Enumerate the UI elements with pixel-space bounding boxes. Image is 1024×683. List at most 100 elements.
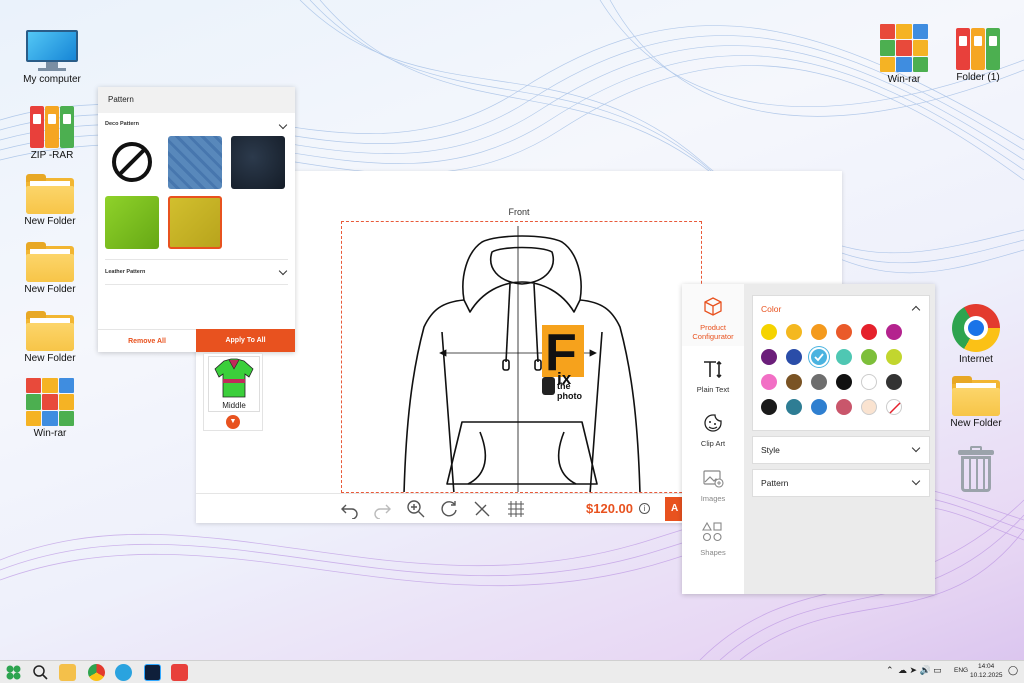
clipart-icon	[704, 414, 722, 432]
color-swatch[interactable]	[811, 324, 827, 340]
desktop-icon-folder-1[interactable]: Folder (1)	[940, 24, 1016, 83]
color-swatch[interactable]	[861, 349, 877, 365]
color-swatch[interactable]	[811, 349, 827, 365]
desktop-icon-label: New Folder	[950, 418, 1002, 429]
desktop-icon-label: New Folder	[24, 284, 76, 295]
reset-icon[interactable]	[439, 499, 459, 519]
shapes-icon	[702, 521, 722, 542]
desktop-icon-win-rar[interactable]: Win-rar	[866, 24, 942, 85]
desktop-icon-new-folder[interactable]: New Folder	[938, 376, 1014, 429]
view-thumbnail-middle[interactable]: Middle	[208, 356, 260, 412]
desktop-icon-internet[interactable]: Internet	[938, 304, 1014, 365]
color-swatch[interactable]	[886, 374, 902, 390]
chevron-down-icon[interactable]	[278, 120, 288, 130]
pattern-swatch[interactable]	[168, 136, 222, 189]
color-swatch[interactable]	[836, 399, 852, 415]
folder-icon	[26, 311, 74, 351]
clock-date[interactable]: 10.12.2025	[970, 672, 1003, 679]
tab-label: Images	[700, 494, 726, 503]
tab-label: Plain Text	[696, 385, 730, 394]
pattern-swatch[interactable]	[105, 196, 159, 249]
pattern-panel-title: Pattern	[98, 87, 295, 113]
cube-icon	[704, 297, 722, 316]
color-swatch[interactable]	[886, 399, 902, 415]
chevron-up-icon[interactable]: ⌃	[886, 665, 894, 676]
apply-to-all-button[interactable]: Apply To All	[196, 329, 295, 352]
language-indicator[interactable]: ENG	[954, 667, 968, 674]
color-swatch[interactable]	[811, 374, 827, 390]
color-swatch[interactable]	[836, 324, 852, 340]
pattern-swatch-selected[interactable]	[168, 196, 222, 249]
color-swatch[interactable]	[786, 324, 802, 340]
tab-plain-text[interactable]: Plain Text	[682, 358, 744, 394]
pattern-section[interactable]: Pattern	[752, 469, 930, 497]
clock-time[interactable]: 14:04	[978, 663, 994, 670]
deco-pattern-heading[interactable]: Deco Pattern	[105, 121, 139, 127]
start-icon[interactable]	[5, 664, 22, 681]
pattern-swatch[interactable]	[231, 136, 285, 189]
tab-images[interactable]: Images	[682, 467, 744, 503]
color-section-header[interactable]: Color	[753, 296, 929, 322]
photoshop-icon[interactable]	[144, 664, 161, 681]
tray-icons[interactable]: ☁ ➤ 🔊 ▭	[898, 665, 942, 676]
color-swatch[interactable]	[836, 374, 852, 390]
desktop-icon-new-folder[interactable]: New Folder	[12, 311, 88, 364]
desktop-icon-new-folder[interactable]: New Folder	[12, 174, 88, 227]
print-area[interactable]: F ix the photo	[341, 221, 702, 493]
taskbar: ⌃ ☁ ➤ 🔊 ▭ ENG 14:04 10.12.2025 ◯	[0, 660, 1024, 683]
color-swatch[interactable]	[861, 324, 877, 340]
tab-product-configurator[interactable]: Product Configurator	[682, 296, 744, 341]
file-explorer-icon[interactable]	[59, 664, 76, 681]
desktop-icon-zip-rar[interactable]: ZIP -RAR	[14, 102, 90, 161]
desktop-icon-new-folder[interactable]: New Folder	[12, 242, 88, 295]
color-swatch[interactable]	[861, 399, 877, 415]
color-section-title: Color	[761, 304, 782, 314]
zoom-in-icon[interactable]	[406, 499, 426, 519]
info-icon[interactable]: i	[639, 503, 650, 514]
telegram-icon[interactable]	[115, 664, 132, 681]
search-icon[interactable]	[32, 664, 49, 681]
desktop-icon-label: Win-rar	[887, 74, 921, 85]
style-section[interactable]: Style	[752, 436, 930, 464]
color-swatch[interactable]	[886, 324, 902, 340]
desktop-icon-label: Internet	[959, 354, 993, 365]
pattern-panel: Pattern Deco Pattern Leather Pattern Rem…	[98, 87, 295, 352]
undo-icon[interactable]	[340, 499, 360, 520]
color-swatch[interactable]	[786, 349, 802, 365]
tab-label: Product Configurator	[692, 323, 734, 341]
chevron-down-icon[interactable]: ▼	[226, 415, 240, 429]
no-tools-icon[interactable]	[472, 499, 492, 519]
desktop-icon-my-computer[interactable]: My computer	[14, 30, 90, 85]
desktop-icon-label: New Folder	[24, 216, 76, 227]
color-swatch[interactable]	[786, 374, 802, 390]
color-swatch[interactable]	[761, 324, 777, 340]
view-thumbnail-panel: Middle ▼	[203, 353, 263, 431]
notification-icon[interactable]: ◯	[1008, 665, 1018, 676]
color-swatch[interactable]	[761, 399, 777, 415]
pattern-swatch-none[interactable]	[105, 136, 159, 189]
tab-shapes[interactable]: Shapes	[682, 521, 744, 557]
chrome-taskbar-icon[interactable]	[88, 664, 105, 681]
configurator-panel: Product Configurator Plain Text Clip Art…	[682, 284, 935, 594]
tab-label: Clip Art	[700, 439, 726, 448]
color-swatch[interactable]	[861, 374, 877, 390]
grid-icon[interactable]	[506, 499, 526, 519]
color-swatch[interactable]	[886, 349, 902, 365]
desktop-icon-win-rar[interactable]: Win-rar	[12, 378, 88, 439]
configurator-sidebar: Product Configurator Plain Text Clip Art…	[682, 284, 744, 594]
color-swatch[interactable]	[811, 399, 827, 415]
redo-icon[interactable]	[372, 499, 392, 520]
desktop-icon-recycle-bin[interactable]	[938, 446, 1014, 494]
color-swatch[interactable]	[761, 374, 777, 390]
svg-text:the: the	[557, 381, 571, 391]
leather-pattern-heading[interactable]: Leather Pattern	[105, 269, 145, 275]
app-icon[interactable]	[171, 664, 188, 681]
color-swatch[interactable]	[761, 349, 777, 365]
color-swatch[interactable]	[836, 349, 852, 365]
svg-text:photo: photo	[557, 391, 582, 401]
chevron-up-icon	[911, 305, 921, 315]
remove-all-button[interactable]: Remove All	[98, 329, 196, 352]
chevron-down-icon[interactable]	[278, 266, 288, 276]
color-swatch[interactable]	[786, 399, 802, 415]
tab-clip-art[interactable]: Clip Art	[682, 412, 744, 448]
